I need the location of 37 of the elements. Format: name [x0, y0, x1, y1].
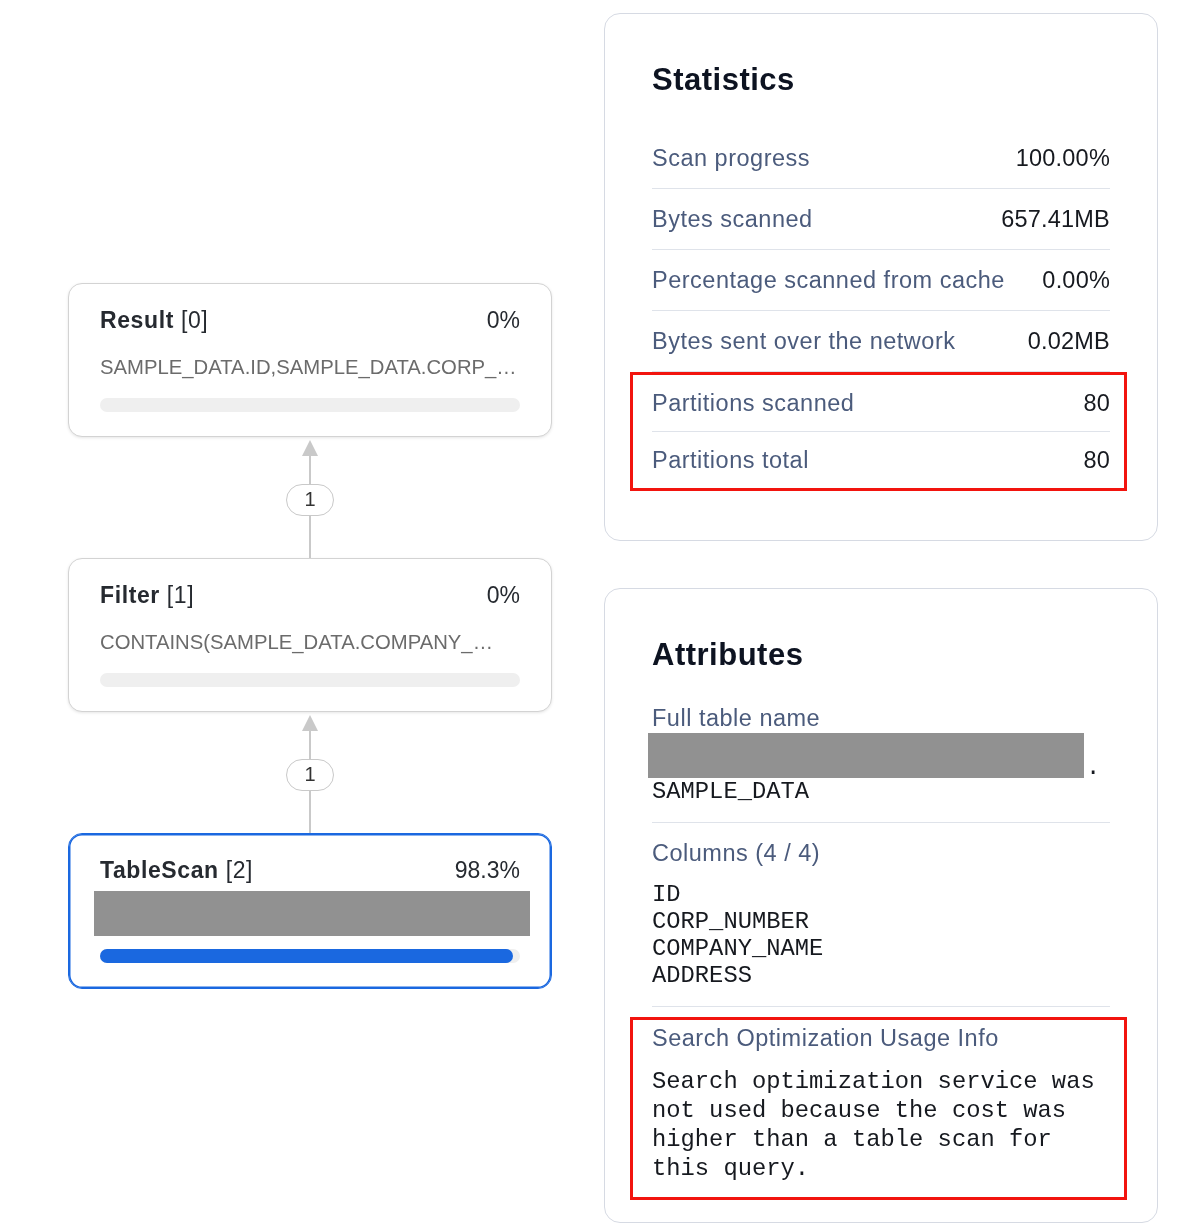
stat-label: Bytes scanned [652, 205, 813, 233]
plan-node-card[interactable]: Filter [1] 0% CONTAINS(SAMPLE_DATA.COMPANY_… [68, 558, 552, 712]
node-title: Filter [1] [100, 581, 195, 609]
stat-value: 100.00% [1015, 144, 1110, 172]
attribute-label: Search Optimization Usage Info [652, 1026, 1000, 1050]
row-count-badge: 1 [286, 484, 334, 516]
stat-label: Percentage scanned from cache [652, 266, 1005, 294]
stat-value: 80 [1083, 389, 1110, 417]
attribute-label: Columns (4 / 4) [652, 841, 822, 865]
stat-label: Partitions total [652, 446, 809, 474]
row-count-badge: 1 [286, 759, 334, 791]
plan-node-card[interactable]: Result [0] 0% SAMPLE_DATA.ID,SAMPLE_DATA.CORP_… [68, 283, 552, 437]
name-separator: . [1086, 758, 1101, 778]
node-title: Result [0] [100, 306, 209, 334]
stat-label: Bytes sent over the network [652, 327, 956, 355]
node-percent: 0% [486, 306, 520, 334]
stat-value: 0.00% [1042, 266, 1110, 294]
stat-value: 0.02MB [1027, 327, 1110, 355]
plan-node-card[interactable]: TableScan [2] 98.3% [68, 833, 552, 989]
usage-note: Search optimization service was not used because the cost was higher than a table scan for this query. [652, 1067, 1096, 1183]
column-name: ADDRESS [652, 962, 753, 989]
node-detail: CONTAINS(SAMPLE_DATA.COMPANY_… [100, 630, 494, 654]
stat-label: Scan progress [652, 144, 811, 172]
column-name: ID [652, 881, 682, 908]
column-name: COMPANY_NAME [652, 935, 825, 962]
panel-title: Attributes [652, 637, 805, 673]
stat-value: 80 [1083, 446, 1110, 474]
stat-value: 657.41MB [1001, 205, 1110, 233]
panel-title: Statistics [652, 62, 796, 98]
node-percent: 0% [486, 581, 520, 609]
node-percent: 98.3% [454, 856, 520, 884]
stat-label: Partitions scanned [652, 389, 855, 417]
attribute-label: Full table name [652, 706, 822, 730]
node-detail: SAMPLE_DATA.ID,SAMPLE_DATA.CORP_… [100, 355, 518, 379]
node-title: TableScan [2] [100, 856, 254, 884]
table-name: SAMPLE_DATA [652, 778, 811, 805]
column-name: CORP_NUMBER [652, 908, 811, 935]
